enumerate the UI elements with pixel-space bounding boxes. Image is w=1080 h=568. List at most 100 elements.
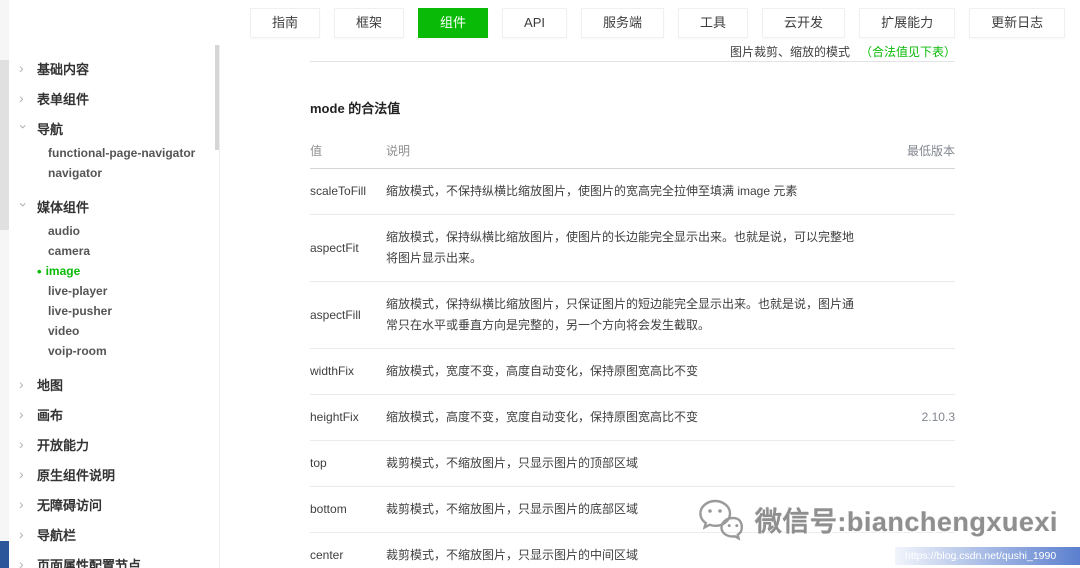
sidebar-scrollbar-thumb[interactable] — [215, 45, 219, 150]
table-header: 值 说明 最低版本 — [310, 133, 955, 169]
clipped-table-row: 图片裁剪、缩放的模式 （合法值见下表） — [310, 45, 955, 62]
chevron-down-icon: › — [16, 202, 33, 207]
min-version-cell — [883, 168, 955, 215]
sidebar-item[interactable]: functional-page-navigator — [9, 143, 219, 163]
value-cell: scaleToFill — [310, 168, 386, 215]
page-scrollbar[interactable] — [0, 0, 9, 568]
active-bullet-icon: • — [37, 263, 42, 279]
clipped-text-fragment: 图片裁剪、缩放的模式 — [730, 45, 851, 59]
top-tab[interactable]: API — [502, 7, 568, 38]
sidebar-item[interactable]: live-pusher — [9, 301, 219, 321]
sidebar-section[interactable]: › 表单组件 — [9, 83, 219, 113]
clipped-text-fragment: （合法值见下表） — [860, 45, 955, 59]
sidebar-item[interactable]: camera — [9, 241, 219, 261]
description-cell: 缩放模式，不保持纵横比缩放图片，使图片的宽高完全拉伸至填满 image 元素 — [386, 168, 883, 215]
description-cell: 裁剪模式，不缩放图片，只显示图片的顶部区域 — [386, 440, 883, 487]
table-row: top 裁剪模式，不缩放图片，只显示图片的顶部区域 — [310, 440, 955, 487]
sidebar-section[interactable]: › 开放能力 — [9, 429, 219, 459]
sidebar-item-label: voip-room — [48, 344, 107, 358]
value-cell: center — [310, 532, 386, 568]
wechat-icon — [699, 499, 744, 541]
header-value: 值 — [310, 133, 386, 169]
watermark-url: https://blog.csdn.net/qushi_1990 — [895, 547, 1080, 565]
top-tab[interactable]: 组件 — [418, 7, 489, 38]
sidebar-item-label: 表单组件 — [37, 91, 90, 107]
min-version-cell — [883, 348, 955, 395]
top-tab[interactable]: 云开发 — [762, 7, 846, 38]
top-tab[interactable]: 框架 — [334, 7, 405, 38]
min-version-cell: 2.10.3 — [883, 394, 955, 441]
clipped-row-text: 图片裁剪、缩放的模式 （合法值见下表） — [730, 45, 955, 60]
sidebar-section[interactable]: › 导航 — [9, 113, 219, 143]
sidebar-item-label: 地图 — [37, 377, 64, 393]
sidebar-item-label: functional-page-navigator — [48, 146, 196, 160]
page-scrollbar-thumb[interactable] — [0, 60, 9, 230]
sidebar-item-label: 导航栏 — [37, 527, 77, 543]
value-cell: bottom — [310, 486, 386, 533]
table-row: aspectFit 缩放模式，保持纵横比缩放图片，使图片的长边能完全显示出来。也就… — [310, 214, 955, 282]
value-cell: aspectFill — [310, 281, 386, 349]
description-cell: 缩放模式，保持纵横比缩放图片，只保证图片的短边能完全显示出来。也就是说，图片通常… — [386, 281, 883, 349]
value-cell: top — [310, 440, 386, 487]
page: 指南 框架 组件 API 服务端 工具 云开发 扩展能力 更新日志 › 基础内容 › 表单组件 › 导航 f… — [0, 0, 1080, 568]
sidebar-item-label: 导航 — [37, 121, 64, 137]
sidebar-item-label: 基础内容 — [37, 61, 90, 77]
sidebar-item-label: 页面属性配置节点 — [37, 557, 142, 568]
value-cell: heightFix — [310, 394, 386, 441]
min-version-cell — [883, 440, 955, 487]
min-version-cell — [883, 214, 955, 282]
sidebar-item[interactable]: navigator — [9, 163, 219, 183]
chevron-right-icon: › — [19, 466, 24, 482]
value-cell: widthFix — [310, 348, 386, 395]
sidebar-section[interactable]: › 导航栏 — [9, 519, 219, 549]
top-tab[interactable]: 更新日志 — [969, 7, 1066, 38]
sidebar-section[interactable]: › 媒体组件 — [9, 191, 219, 221]
table-row: scaleToFill 缩放模式，不保持纵横比缩放图片，使图片的宽高完全拉伸至填满… — [310, 168, 955, 215]
sidebar-item-label: 无障碍访问 — [37, 497, 103, 513]
sidebar-item[interactable]: • image — [9, 261, 219, 281]
top-tab[interactable]: 扩展能力 — [859, 7, 956, 38]
sidebar-item-label: audio — [48, 224, 80, 238]
top-tab-bar: 指南 框架 组件 API 服务端 工具 云开发 扩展能力 更新日志 — [0, 0, 1080, 45]
sidebar: › 基础内容 › 表单组件 › 导航 functional-page-navigator na… — [9, 45, 220, 568]
sidebar-section[interactable]: › 地图 — [9, 369, 219, 399]
sidebar-item-label: camera — [48, 244, 91, 258]
sidebar-item-label: navigator — [48, 166, 103, 180]
watermark: 微信号:bianchengxuexi — [697, 497, 1058, 541]
table-row: widthFix 缩放模式，宽度不变，高度自动变化，保持原图宽高比不变 — [310, 348, 955, 395]
table-row: heightFix 缩放模式，高度不变，宽度自动变化，保持原图宽高比不变 2.10.… — [310, 394, 955, 441]
watermark-text: 微信号:bianchengxuexi — [755, 506, 1059, 537]
sidebar-item-label: live-pusher — [48, 304, 113, 318]
top-tab[interactable]: 工具 — [678, 7, 749, 38]
min-version-cell — [883, 281, 955, 349]
chevron-right-icon: › — [19, 90, 24, 106]
table-row: aspectFill 缩放模式，保持纵横比缩放图片，只保证图片的短边能完全显示出来… — [310, 281, 955, 349]
value-cell: aspectFit — [310, 214, 386, 282]
sidebar-item-label: live-player — [48, 284, 108, 298]
chevron-right-icon: › — [19, 556, 24, 568]
sidebar-item[interactable]: live-player — [9, 281, 219, 301]
header-min-version: 最低版本 — [883, 133, 955, 169]
top-tab[interactable]: 服务端 — [581, 7, 665, 38]
blue-corner-block — [0, 541, 9, 568]
sidebar-section[interactable]: › 无障碍访问 — [9, 489, 219, 519]
sidebar-section[interactable]: › 基础内容 — [9, 53, 219, 83]
sidebar-section[interactable]: › 页面属性配置节点 — [9, 549, 219, 568]
sidebar-section[interactable]: › 原生组件说明 — [9, 459, 219, 489]
section-title: mode 的合法值 — [310, 101, 401, 116]
sidebar-item[interactable]: audio — [9, 221, 219, 241]
chevron-right-icon: › — [19, 526, 24, 542]
chevron-down-icon: › — [16, 124, 33, 129]
sidebar-item-label: image — [45, 264, 81, 278]
chevron-right-icon: › — [19, 436, 24, 452]
top-tab[interactable]: 指南 — [250, 7, 321, 38]
sidebar-item-label: 媒体组件 — [37, 199, 90, 215]
sidebar-item-label: 开放能力 — [37, 437, 90, 453]
chevron-right-icon: › — [19, 406, 24, 422]
sidebar-section[interactable]: › 画布 — [9, 399, 219, 429]
sidebar-item[interactable]: voip-room — [9, 341, 219, 361]
sidebar-item[interactable]: video — [9, 321, 219, 341]
chevron-right-icon: › — [19, 496, 24, 512]
chevron-right-icon: › — [19, 376, 24, 392]
description-cell: 缩放模式，保持纵横比缩放图片，使图片的长边能完全显示出来。也就是说，可以完整地将… — [386, 214, 883, 282]
